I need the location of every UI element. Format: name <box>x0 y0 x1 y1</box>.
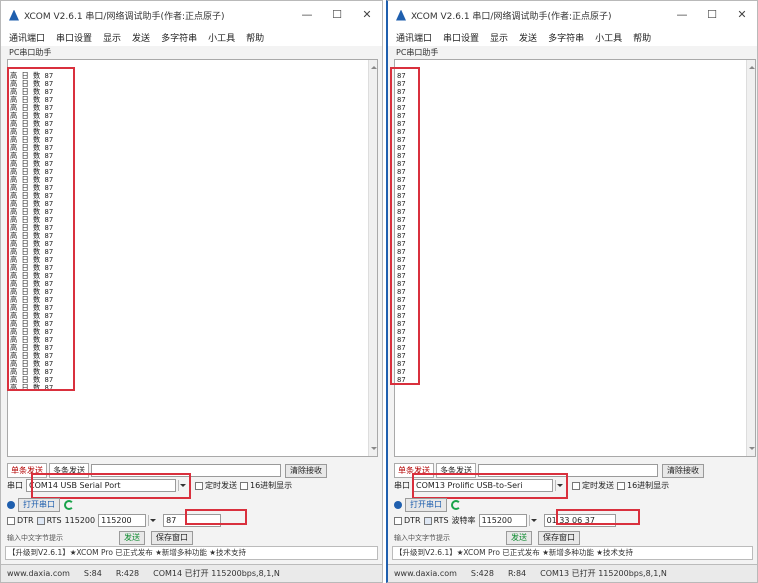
menu-item[interactable]: 小工具 <box>595 31 622 44</box>
rts-checkbox[interactable] <box>36 516 45 525</box>
highlight-box <box>412 473 568 499</box>
port-label: 串口 <box>7 481 23 490</box>
status-received: R:84 <box>507 569 527 578</box>
send-row: 输入中文字节提示 发送 保存窗口 <box>394 531 580 545</box>
clear-receive-button[interactable]: 清除接收 <box>285 463 327 478</box>
status-port: COM13 已打开 115200bps,8,1,N <box>540 569 667 578</box>
scrollbar[interactable] <box>746 60 755 456</box>
xcom-window-left: XCOM V2.6.1 串口/网络调试助手(作者:正点原子) — ☐ ✕ 通讯端… <box>0 0 383 583</box>
status-website[interactable]: www.daxia.com <box>394 569 457 578</box>
menu-item[interactable]: 帮助 <box>633 31 651 44</box>
title-bar[interactable]: XCOM V2.6.1 串口/网络调试助手(作者:正点原子) — ☐ ✕ <box>388 1 757 29</box>
dtr-checkbox[interactable] <box>394 516 402 525</box>
chevron-down-icon[interactable] <box>528 515 538 526</box>
menu-item[interactable]: 通讯端口 <box>396 31 432 44</box>
hint-text: 输入中文字节提示 <box>394 534 450 542</box>
save-window-button[interactable]: 保存窗口 <box>151 531 193 545</box>
hex-display-checkbox[interactable] <box>240 481 248 490</box>
menu-item[interactable]: 显示 <box>103 31 121 44</box>
marquee-bar: 【升级到V2.6.1】★XCOM Pro 已正式发布 ★新增多种功能 ★技术支持 <box>5 546 378 560</box>
timed-send-checkbox[interactable] <box>572 481 580 490</box>
timed-send-checkbox[interactable] <box>195 481 203 490</box>
menu-item[interactable]: 串口设置 <box>443 31 479 44</box>
status-port: COM14 已打开 115200bps,8,1,N <box>153 569 280 578</box>
status-received: R:428 <box>115 569 140 578</box>
menu-item[interactable]: 多字符串 <box>161 31 197 44</box>
baud-select[interactable]: 115200 <box>478 514 527 527</box>
menu-item[interactable]: 显示 <box>490 31 508 44</box>
hex-display-checkbox[interactable] <box>617 481 625 490</box>
status-website[interactable]: www.daxia.com <box>7 569 70 578</box>
window-title: XCOM V2.6.1 串口/网络调试助手(作者:正点原子) <box>411 11 612 22</box>
open-port-button[interactable]: 打开串口 <box>405 498 447 512</box>
send-button[interactable]: 发送 <box>119 531 145 545</box>
highlight-box <box>185 509 247 525</box>
title-bar[interactable]: XCOM V2.6.1 串口/网络调试助手(作者:正点原子) — ☐ ✕ <box>1 1 382 29</box>
port-label: 串口 <box>394 481 410 490</box>
refresh-icon[interactable] <box>64 500 74 510</box>
status-bar: www.daxia.com S:428 R:84 COM13 已打开 11520… <box>388 564 757 582</box>
menu-item[interactable]: 小工具 <box>208 31 235 44</box>
status-dot-icon <box>7 501 15 509</box>
scrollbar[interactable] <box>368 60 377 456</box>
menu-item[interactable]: 发送 <box>519 31 537 44</box>
menu-item[interactable]: 串口设置 <box>56 31 92 44</box>
dtr-checkbox[interactable] <box>7 516 15 525</box>
timed-send-label: 定时发送 <box>582 481 614 490</box>
maximize-icon[interactable]: ☐ <box>322 1 352 29</box>
highlight-box <box>31 473 191 499</box>
open-port-button[interactable]: 打开串口 <box>18 498 60 512</box>
baud-label: 波特率 <box>451 516 476 525</box>
receive-area[interactable]: 87 87 87 87 87 87 87 87 87 87 87 87 87 8… <box>394 59 756 457</box>
status-sent: S:84 <box>83 569 102 578</box>
maximize-icon[interactable]: ☐ <box>697 1 727 29</box>
close-icon[interactable]: ✕ <box>352 1 382 29</box>
close-icon[interactable]: ✕ <box>727 1 757 29</box>
baud-label: 115200 <box>64 516 96 525</box>
save-window-button[interactable]: 保存窗口 <box>538 531 580 545</box>
send-row: 输入中文字节提示 发送 保存窗口 <box>7 531 193 545</box>
window-title: XCOM V2.6.1 串口/网络调试助手(作者:正点原子) <box>24 11 225 22</box>
open-row: 打开串口 <box>7 498 78 512</box>
rts-checkbox[interactable] <box>423 516 432 525</box>
menu-item[interactable]: 多字符串 <box>548 31 584 44</box>
status-sent: S:428 <box>470 569 494 578</box>
status-dot-icon <box>394 501 402 509</box>
clear-receive-button[interactable]: 清除接收 <box>662 463 704 478</box>
hex-display-label: 16进制显示 <box>627 481 670 490</box>
hex-display-label: 16进制显示 <box>250 481 293 490</box>
dtr-label: DTR <box>17 516 34 525</box>
rts-label: RTS <box>46 516 62 525</box>
refresh-icon[interactable] <box>451 500 461 510</box>
status-bar: www.daxia.com S:84 R:428 COM14 已打开 11520… <box>1 564 382 582</box>
rts-label: RTS <box>433 516 449 525</box>
chevron-down-icon[interactable] <box>148 515 157 526</box>
app-icon <box>9 9 19 21</box>
subtitle: PC串口助手 <box>9 48 52 57</box>
menu-item[interactable]: 通讯端口 <box>9 31 45 44</box>
menu-bar: 通讯端口 串口设置 显示 发送 多字符串 小工具 帮助 <box>388 29 757 46</box>
xcom-window-right: XCOM V2.6.1 串口/网络调试助手(作者:正点原子) — ☐ ✕ 通讯端… <box>386 0 758 583</box>
minimize-icon[interactable]: — <box>292 1 322 29</box>
highlight-box <box>7 67 75 391</box>
hint-text: 输入中文字节提示 <box>7 534 63 542</box>
baud-select[interactable]: 115200 <box>98 514 147 527</box>
marquee-bar: 【升级到V2.6.1】★XCOM Pro 已正式发布 ★新增多种功能 ★技术支持 <box>392 546 753 560</box>
highlight-box <box>390 67 420 385</box>
timed-send-label: 定时发送 <box>205 481 237 490</box>
open-row: 打开串口 <box>394 498 465 512</box>
menu-item[interactable]: 帮助 <box>246 31 264 44</box>
app-icon <box>396 9 406 21</box>
minimize-icon[interactable]: — <box>667 1 697 29</box>
highlight-box <box>556 509 640 525</box>
send-button[interactable]: 发送 <box>506 531 532 545</box>
subtitle: PC串口助手 <box>396 48 439 57</box>
dtr-label: DTR <box>404 516 421 525</box>
menu-item[interactable]: 发送 <box>132 31 150 44</box>
menu-bar: 通讯端口 串口设置 显示 发送 多字符串 小工具 帮助 <box>1 29 382 46</box>
